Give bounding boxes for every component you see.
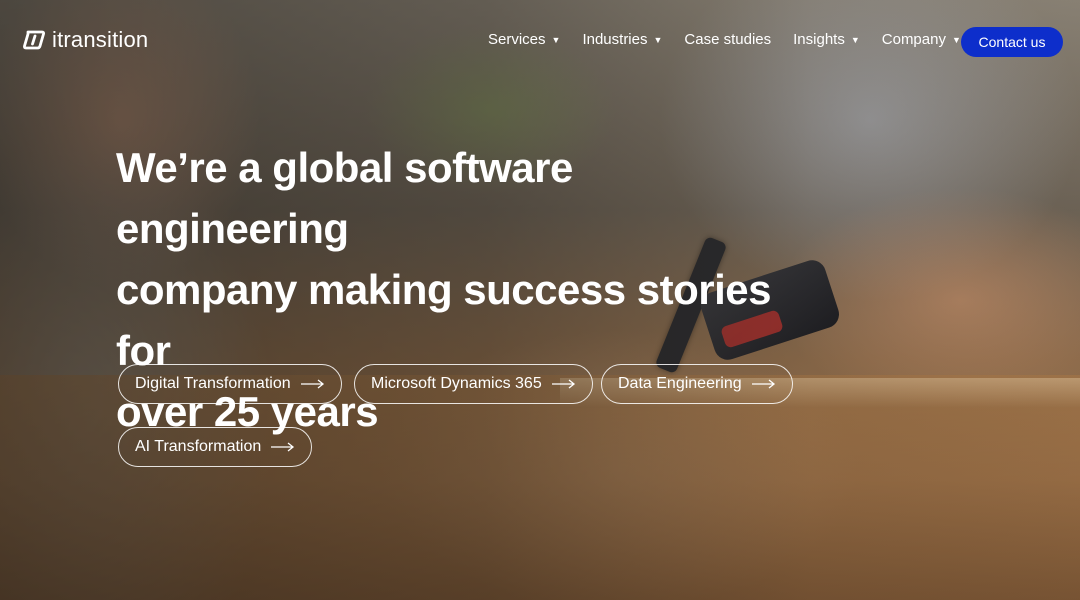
chevron-down-icon: ▼: [850, 34, 860, 45]
chevron-down-icon: ▼: [551, 34, 561, 45]
itransition-logo-icon: [23, 30, 45, 50]
pill-label: Data Engineering: [618, 375, 742, 392]
digital-transformation-link[interactable]: Digital Transformation: [118, 364, 342, 404]
microsoft-dynamics-link[interactable]: Microsoft Dynamics 365: [354, 364, 593, 404]
nav-item-industries[interactable]: Industries ▼: [582, 31, 662, 48]
arrow-right-icon: [271, 442, 295, 452]
nav-item-services[interactable]: Services ▼: [488, 31, 560, 48]
nav-item-company[interactable]: Company ▼: [882, 31, 961, 48]
brand-logo[interactable]: itransition: [22, 27, 148, 53]
pill-label: Digital Transformation: [135, 375, 291, 392]
nav-item-label: Insights: [793, 31, 845, 48]
pill-label: AI Transformation: [135, 438, 262, 455]
arrow-right-icon: [300, 379, 324, 389]
nav-item-label: Services: [488, 31, 546, 48]
nav-item-label: Case studies: [684, 31, 772, 48]
nav-item-label: Industries: [582, 31, 648, 48]
data-engineering-link[interactable]: Data Engineering: [601, 364, 793, 404]
nav-item-label: Company: [881, 31, 946, 48]
ai-transformation-link[interactable]: AI Transformation: [118, 427, 313, 467]
arrow-right-icon: [751, 379, 775, 389]
chevron-down-icon: ▼: [653, 34, 663, 45]
brand-name: itransition: [52, 27, 149, 52]
nav-item-insights[interactable]: Insights ▼: [793, 31, 860, 48]
headline-line: company making success stories for: [116, 266, 771, 374]
main-nav: Services ▼ Industries ▼ Case studies Ins…: [488, 31, 983, 48]
nav-item-case-studies[interactable]: Case studies: [684, 31, 771, 48]
contact-us-button[interactable]: Contact us: [961, 27, 1063, 57]
arrow-right-icon: [551, 379, 575, 389]
headline-line: We’re a global software engineering: [116, 144, 573, 252]
chevron-down-icon: ▼: [951, 34, 961, 45]
site-header: itransition Services ▼ Industries ▼ Case…: [0, 0, 1080, 84]
pill-label: Microsoft Dynamics 365: [371, 375, 542, 392]
